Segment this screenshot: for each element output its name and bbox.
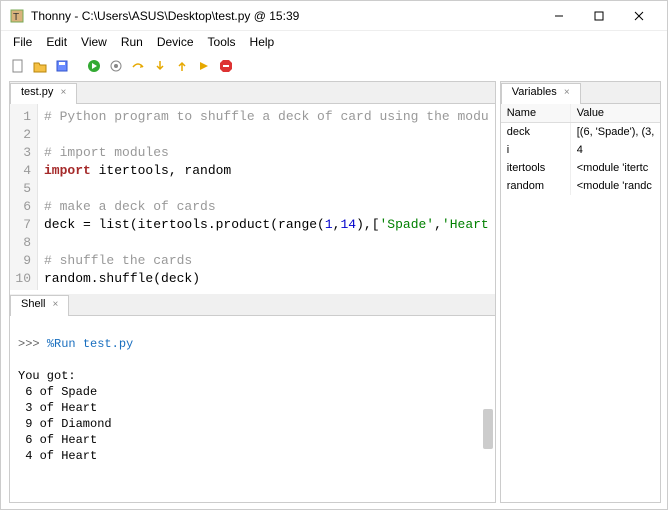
app-icon: T	[9, 8, 25, 24]
menubar: File Edit View Run Device Tools Help	[1, 31, 667, 53]
code-line: # Python program to shuffle a deck of ca…	[44, 108, 489, 126]
menu-tools[interactable]: Tools	[202, 33, 242, 51]
minimize-button[interactable]	[539, 2, 579, 30]
code-line: # import modules	[44, 144, 489, 162]
var-value: [(6, 'Spade'), (3,	[571, 123, 661, 141]
close-button[interactable]	[619, 2, 659, 30]
shell-prompt: >>>	[18, 337, 47, 351]
code-editor[interactable]: 123456789101112131415 # Python program t…	[10, 104, 495, 290]
save-icon[interactable]	[53, 57, 71, 75]
editor-tabs: test.py ×	[10, 82, 495, 104]
var-value: <module 'randc	[571, 177, 661, 195]
line-gutter: 123456789101112131415	[10, 104, 38, 290]
menu-device[interactable]: Device	[151, 33, 200, 51]
scrollbar-thumb[interactable]	[483, 409, 493, 449]
menu-run[interactable]: Run	[115, 33, 149, 51]
code-line: # shuffle the cards	[44, 252, 489, 270]
menu-help[interactable]: Help	[244, 33, 281, 51]
var-name: i	[501, 141, 571, 159]
tab-shell[interactable]: Shell ×	[10, 295, 69, 316]
window-title: Thonny - C:\Users\ASUS\Desktop\test.py @…	[31, 9, 539, 23]
var-name: itertools	[501, 159, 571, 177]
toolbar	[1, 53, 667, 81]
code-line: # make a deck of cards	[44, 198, 489, 216]
variables-header: Name Value	[501, 104, 661, 123]
code-line: import itertools, random	[44, 162, 489, 180]
tab-label: Variables	[512, 86, 557, 98]
step-into-icon[interactable]	[151, 57, 169, 75]
close-icon[interactable]: ×	[53, 299, 59, 310]
shell-text: You got: 6 of Spade 3 of Heart 9 of Diam…	[18, 369, 112, 463]
close-icon[interactable]: ×	[564, 87, 570, 98]
var-value: <module 'itertc	[571, 159, 661, 177]
variable-row[interactable]: deck[(6, 'Spade'), (3,	[501, 123, 661, 141]
menu-view[interactable]: View	[75, 33, 113, 51]
code-line	[44, 288, 489, 290]
col-header-value[interactable]: Value	[571, 104, 661, 122]
menu-file[interactable]: File	[7, 33, 38, 51]
shell-command: %Run test.py	[47, 337, 133, 351]
code-line	[44, 126, 489, 144]
code-line: random.shuffle(deck)	[44, 270, 489, 288]
shell-output[interactable]: >>> %Run test.py You got: 6 of Spade 3 o…	[10, 316, 495, 502]
tab-label: test.py	[21, 86, 53, 98]
col-header-name[interactable]: Name	[501, 104, 571, 122]
menu-edit[interactable]: Edit	[40, 33, 73, 51]
stop-icon[interactable]	[217, 57, 235, 75]
svg-text:T: T	[13, 12, 19, 23]
resume-icon[interactable]	[195, 57, 213, 75]
maximize-button[interactable]	[579, 2, 619, 30]
var-value: 4	[571, 141, 661, 159]
shell-tabs: Shell ×	[10, 294, 495, 316]
variables-tabs: Variables ×	[501, 82, 661, 104]
code-area[interactable]: # Python program to shuffle a deck of ca…	[38, 104, 495, 290]
var-name: deck	[501, 123, 571, 141]
run-icon[interactable]	[85, 57, 103, 75]
tab-label: Shell	[21, 298, 45, 310]
tab-variables[interactable]: Variables ×	[501, 83, 581, 104]
debug-icon[interactable]	[107, 57, 125, 75]
code-line	[44, 180, 489, 198]
tab-editor-file[interactable]: test.py ×	[10, 83, 77, 104]
code-line	[44, 234, 489, 252]
titlebar: T Thonny - C:\Users\ASUS\Desktop\test.py…	[1, 1, 667, 31]
step-over-icon[interactable]	[129, 57, 147, 75]
variable-row[interactable]: i4	[501, 141, 661, 159]
variable-row[interactable]: random<module 'randc	[501, 177, 661, 195]
variable-row[interactable]: itertools<module 'itertc	[501, 159, 661, 177]
step-out-icon[interactable]	[173, 57, 191, 75]
code-line: deck = list(itertools.product(range(1,14…	[44, 216, 489, 234]
open-file-icon[interactable]	[31, 57, 49, 75]
variables-table: Name Value deck[(6, 'Spade'), (3,i4itert…	[501, 104, 661, 502]
var-name: random	[501, 177, 571, 195]
new-file-icon[interactable]	[9, 57, 27, 75]
close-icon[interactable]: ×	[60, 87, 66, 98]
